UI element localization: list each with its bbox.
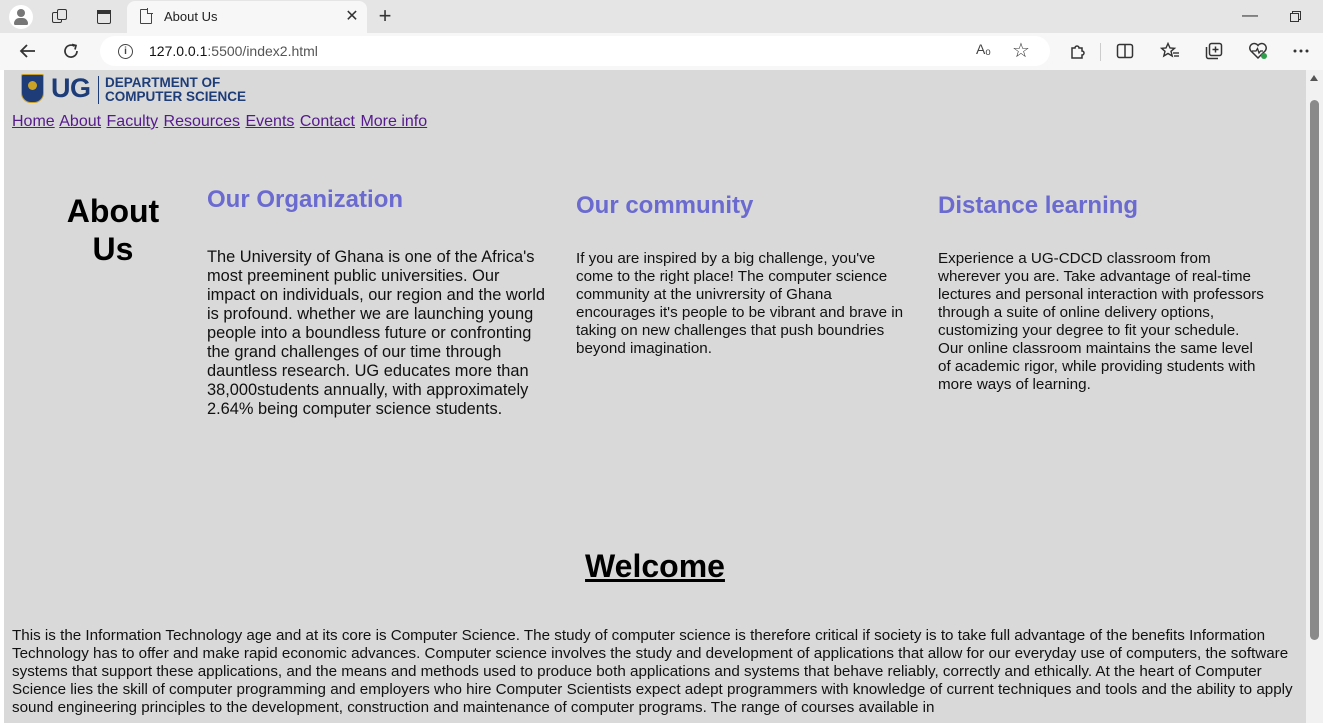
organization-text: The University of Ghana is one of the Af… — [207, 248, 546, 418]
tab-title: About Us — [164, 9, 218, 24]
page-scrollbar[interactable] — [1306, 70, 1323, 723]
address-bar[interactable]: i 127.0.0.1:5500/index2.html Aₒ ☆ — [100, 36, 1050, 66]
url-text[interactable]: 127.0.0.1:5500/index2.html — [149, 43, 318, 59]
organization-heading: Our Organization — [207, 186, 404, 213]
browser-toolbar: i 127.0.0.1:5500/index2.html Aₒ ☆ — [0, 33, 1323, 70]
distance-learning-heading: Distance learning — [938, 192, 1139, 219]
new-tab-button[interactable]: + — [373, 3, 397, 28]
welcome-heading: Welcome — [585, 548, 725, 584]
nav-link-about[interactable]: About — [59, 113, 101, 130]
logo-separator — [98, 76, 99, 104]
community-text: If you are inspired by a big challenge, … — [576, 250, 904, 357]
nav-link-contact[interactable]: Contact — [300, 113, 355, 130]
scroll-up-arrow-icon[interactable] — [1310, 75, 1318, 81]
nav-link-events[interactable]: Events — [245, 113, 294, 130]
browser-essentials-icon[interactable] — [1243, 37, 1273, 65]
page-icon — [140, 8, 153, 24]
profile-icon[interactable] — [9, 5, 33, 29]
tab-actions-icon[interactable] — [94, 7, 114, 27]
restore-button[interactable] — [1283, 6, 1309, 28]
split-screen-icon[interactable] — [1110, 37, 1140, 65]
tab-strip: About Us ✕ + — — [0, 0, 1323, 33]
intro-paragraph: This is the Information Technology age a… — [12, 627, 1293, 716]
back-icon[interactable] — [13, 37, 43, 65]
university-crest-icon — [21, 74, 44, 103]
logo-dept-text: DEPARTMENT OF COMPUTER SCIENCE — [105, 75, 247, 104]
favorites-icon[interactable] — [1155, 37, 1185, 65]
collections-icon[interactable] — [1199, 37, 1229, 65]
about-us-heading: About Us — [66, 193, 160, 267]
read-aloud-icon[interactable]: Aₒ — [976, 41, 991, 57]
community-heading: Our community — [576, 192, 754, 219]
page-viewport: UG DEPARTMENT OF COMPUTER SCIENCE Home A… — [4, 70, 1306, 723]
extensions-icon[interactable] — [1062, 37, 1092, 65]
nav-link-resources[interactable]: Resources — [164, 113, 240, 130]
department-logo[interactable]: UG DEPARTMENT OF COMPUTER SCIENCE — [21, 73, 251, 107]
refresh-icon[interactable] — [56, 37, 86, 65]
workspaces-icon[interactable] — [50, 7, 70, 27]
logo-ug-text: UG — [51, 73, 91, 103]
main-nav: Home About Faculty Resources Events Cont… — [12, 113, 428, 131]
more-icon[interactable] — [1286, 37, 1316, 65]
nav-link-home[interactable]: Home — [12, 113, 55, 130]
distance-learning-text: Experience a UG-CDCD classroom from wher… — [938, 250, 1264, 393]
active-tab[interactable]: About Us ✕ — [127, 1, 367, 33]
info-icon[interactable]: i — [118, 44, 133, 59]
minimize-button[interactable]: — — [1237, 4, 1263, 28]
scroll-thumb[interactable] — [1310, 100, 1319, 640]
nav-link-more-info[interactable]: More info — [360, 113, 427, 130]
close-tab-icon[interactable]: ✕ — [342, 6, 362, 26]
nav-link-faculty[interactable]: Faculty — [107, 113, 159, 130]
toolbar-divider — [1100, 43, 1101, 61]
favorite-star-icon[interactable]: ☆ — [1012, 38, 1030, 63]
